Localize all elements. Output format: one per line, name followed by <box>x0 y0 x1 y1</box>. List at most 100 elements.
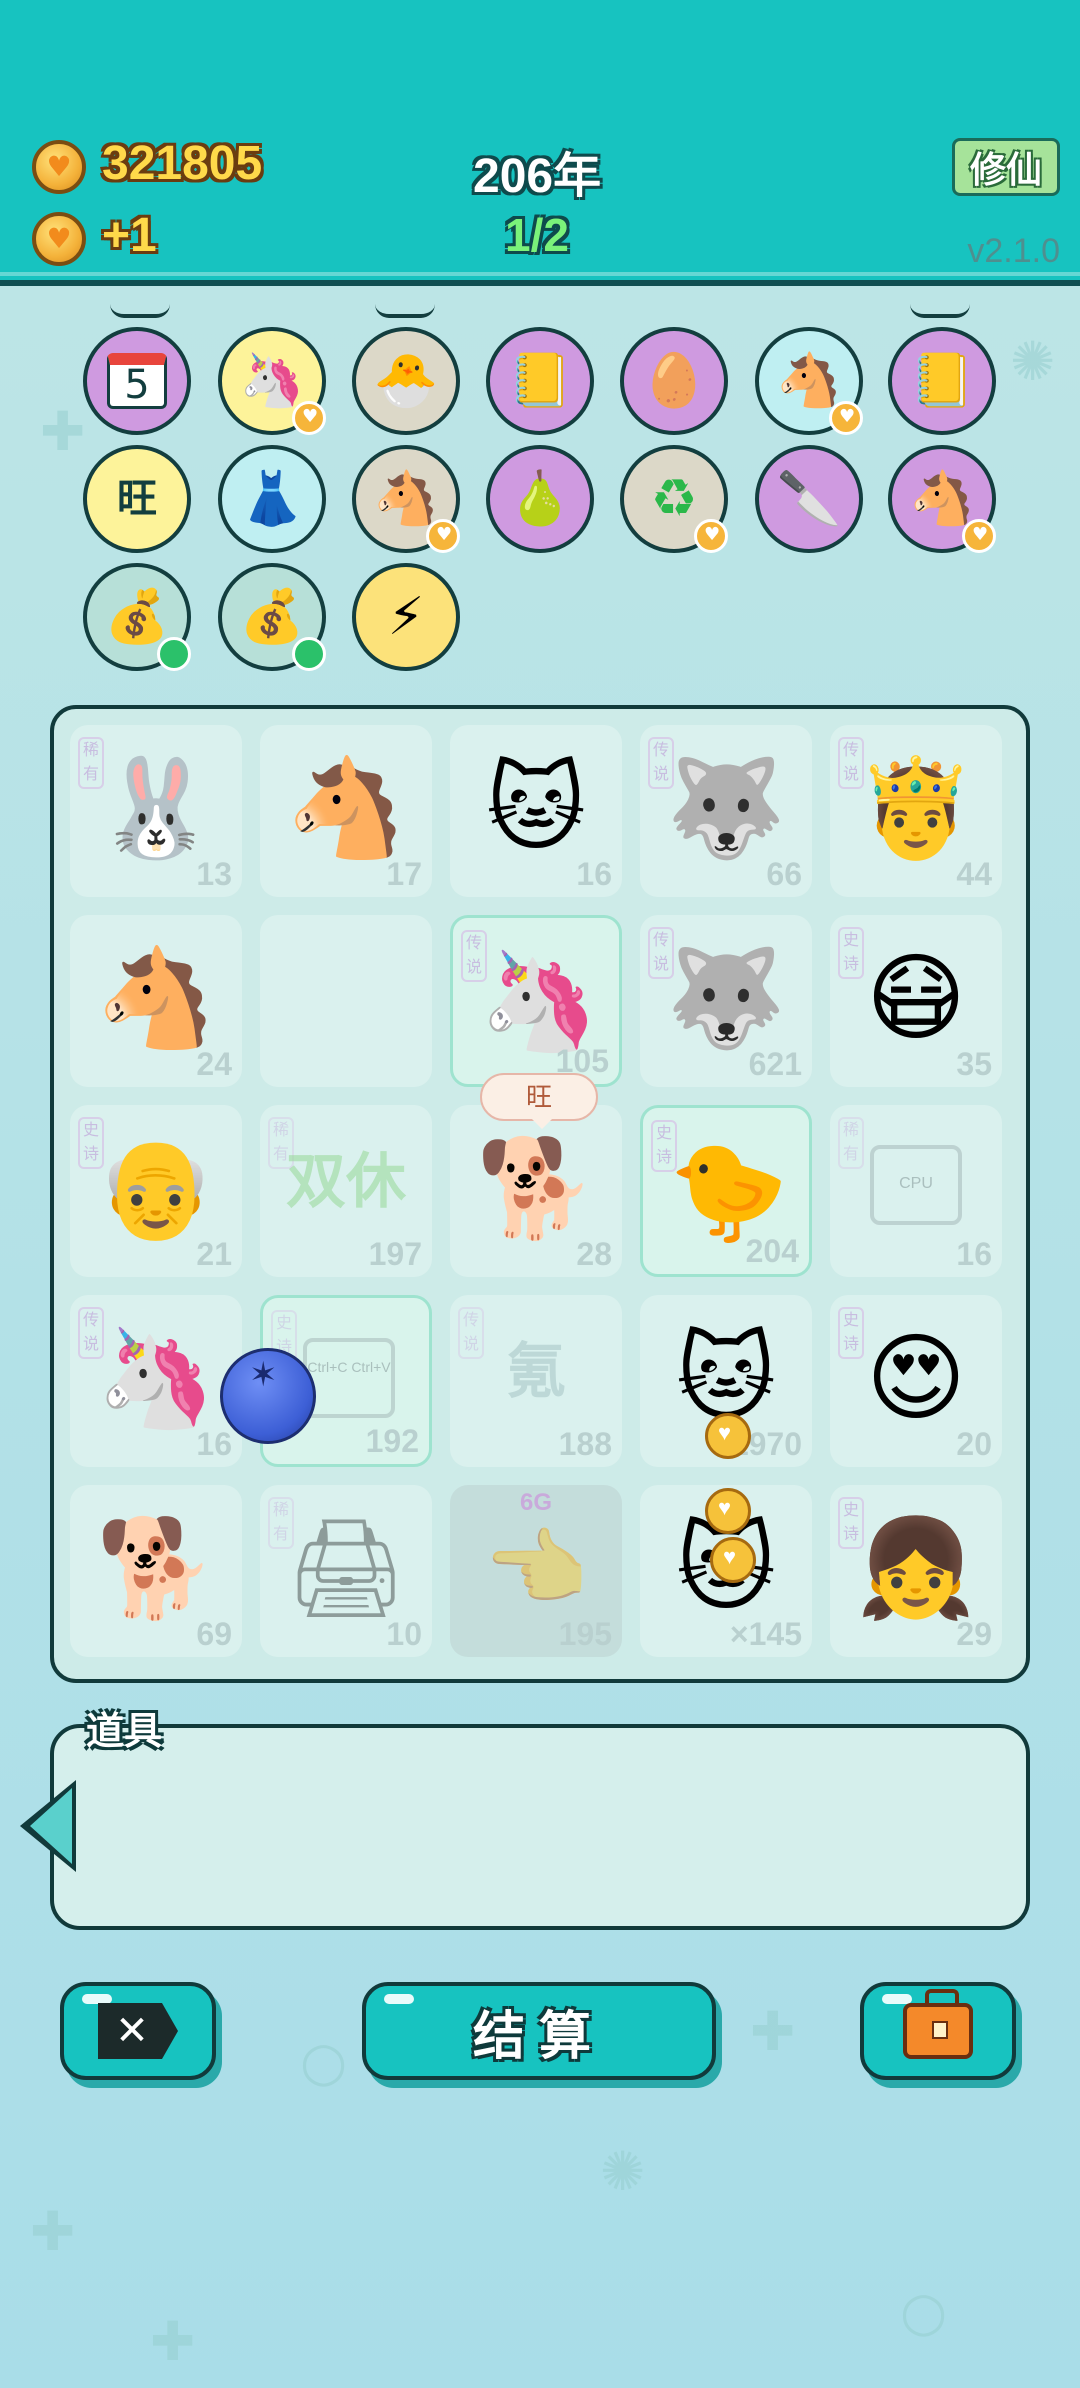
krypton-text: 氪 <box>506 1338 566 1405</box>
board-cell-old-man[interactable]: 史诗 👴 21 <box>70 1105 242 1277</box>
egg-icon: 🥚 <box>641 351 707 411</box>
board-cell-love-man[interactable]: 史诗 😍 20 <box>830 1295 1002 1467</box>
unicorn-icon: 🦄 <box>239 351 305 411</box>
bg-decoration: ✺ <box>600 2140 646 2203</box>
collapse-arrow-icon[interactable] <box>20 1780 76 1872</box>
relic-calendar[interactable]: 5 <box>83 327 191 435</box>
guava-icon: 🍐 <box>507 469 573 529</box>
scrolled-relic-edge <box>375 304 435 318</box>
board-cell-husky-king[interactable]: 传说 🐺 66 <box>640 725 812 897</box>
relic-sticky-note[interactable]: 📒 <box>486 327 594 435</box>
briefcase-icon <box>903 1989 973 2059</box>
settle-label: 结算 <box>472 2007 605 2066</box>
backpack-button[interactable] <box>860 1982 1016 2080</box>
value-count: 13 <box>196 856 232 892</box>
skirt-icon: 👗 <box>239 469 305 529</box>
relic-refresh[interactable]: ♻ <box>620 445 728 553</box>
value-count: 28 <box>576 1236 612 1272</box>
close-icon: ✕ <box>98 2003 178 2059</box>
relic-sticky-note[interactable]: 📒 <box>888 327 996 435</box>
skip-button[interactable]: ✕ <box>60 1982 216 2080</box>
relic-chick-egg[interactable]: 🐣 <box>352 327 460 435</box>
cpu-icon: CPU <box>870 1145 962 1225</box>
settle-button[interactable]: 结算 <box>362 1982 716 2080</box>
board-cell-unicorn[interactable]: 传说 🦄 16 <box>70 1295 242 1467</box>
value-count: 44 <box>956 856 992 892</box>
board-cell-cat[interactable]: 🐱 16 <box>450 725 622 897</box>
value-count: 204 <box>745 1233 799 1269</box>
bg-decoration: ✚ <box>750 2000 796 2063</box>
relic-skirt[interactable]: 👗 <box>218 445 326 553</box>
relic-unicorn[interactable]: 🦄 <box>218 327 326 435</box>
relic-sack[interactable]: 💰 <box>83 563 191 671</box>
relic-cleaver[interactable]: 🔪 <box>755 445 863 553</box>
value-count: 195 <box>558 1616 612 1652</box>
board-cell-horse[interactable]: 🐴 24 <box>70 915 242 1087</box>
value-count: 192 <box>365 1423 419 1459</box>
value-count: 66 <box>766 856 802 892</box>
board-cell-rabbit[interactable]: 稀有 🐰 13 <box>70 725 242 897</box>
coin-income: +1 <box>102 209 157 262</box>
sticky-note-icon: 📒 <box>507 351 573 411</box>
xiuxian-button[interactable]: 修仙 <box>952 138 1060 196</box>
value-count: 21 <box>196 1236 232 1272</box>
value-count: 197 <box>368 1236 422 1272</box>
twin-horses-icon: 🐴 <box>373 469 439 529</box>
board-cell-empty[interactable] <box>260 915 432 1087</box>
green-dot-badge <box>157 637 191 671</box>
heart-badge <box>962 519 996 553</box>
relic-wang[interactable]: 旺 <box>83 445 191 553</box>
board-cell-husky-king[interactable]: 传说 🐺 621 <box>640 915 812 1087</box>
board-cell-krypton[interactable]: 传说氪 188 <box>450 1295 622 1467</box>
value-count: 16 <box>956 1236 992 1272</box>
heart-badge <box>829 401 863 435</box>
value-count: 35 <box>956 1046 992 1082</box>
chick-egg-icon: 🐣 <box>373 351 439 411</box>
relic-guava[interactable]: 🍐 <box>486 445 594 553</box>
floating-coin-icon <box>705 1488 751 1534</box>
twin-horses-icon: 🐴 <box>909 469 975 529</box>
board-cell-printer[interactable]: 稀有 🖨 10 <box>260 1485 432 1657</box>
cleaver-icon: 🔪 <box>776 469 842 529</box>
relic-twin-horses[interactable]: 🐴 <box>888 445 996 553</box>
board-cell-girl[interactable]: 史诗 👧 29 <box>830 1485 1002 1657</box>
board-cell-horse[interactable]: 🐴 17 <box>260 725 432 897</box>
relic-twin-horses[interactable]: 🐴 <box>755 327 863 435</box>
value-count: 69 <box>196 1616 232 1652</box>
double-rest-text: 双休 <box>286 1148 406 1215</box>
lightning-icon: ⚡ <box>387 587 425 647</box>
bg-decoration: ○ <box>300 2030 348 2093</box>
value-count: 10 <box>386 1616 422 1652</box>
bg-decoration: ✚ <box>30 2200 76 2263</box>
board-cell-finger[interactable]: 👈 6G 195 <box>450 1485 622 1657</box>
blueberry-icon <box>220 1348 316 1444</box>
wang-characters-icon: 旺 <box>117 476 157 522</box>
relic-sack[interactable]: 💰 <box>218 563 326 671</box>
board-cell-chick-grandpa[interactable]: 史诗 🐤 204 <box>640 1105 812 1277</box>
value-count: 24 <box>196 1046 232 1082</box>
value-count: 20 <box>956 1426 992 1462</box>
header-divider <box>0 272 1080 276</box>
board-cell-dog[interactable]: 🐕 69 <box>70 1485 242 1657</box>
relic-egg[interactable]: 🥚 <box>620 327 728 435</box>
signal-label: 6G <box>519 1489 552 1516</box>
value-count: 188 <box>558 1426 612 1462</box>
sack-icon: 💰 <box>239 587 305 647</box>
coin-icon <box>32 140 86 194</box>
board-cell-cpu[interactable]: 稀有 CPU 16 <box>830 1105 1002 1277</box>
bg-decoration: ✚ <box>40 400 86 463</box>
relic-lightning[interactable]: ⚡ <box>352 563 460 671</box>
relic-twin-horses[interactable]: 🐴 <box>352 445 460 553</box>
bg-decoration: ✚ <box>150 2310 196 2373</box>
rarity-tag: 稀有 <box>838 1117 864 1169</box>
board-cell-masked-man[interactable]: 史诗 😷 35 <box>830 915 1002 1087</box>
sticky-note-icon: 📒 <box>909 351 975 411</box>
top-bar: 321805 +1 206年 1/2 修仙 v2.1.0 <box>0 0 1080 286</box>
version-label: v2.1.0 <box>967 232 1060 270</box>
board-cell-double-rest[interactable]: 稀有 双休 197 <box>260 1105 432 1277</box>
board-cell-crowned-man[interactable]: 传说 🤴 44 <box>830 725 1002 897</box>
board-cell-unicorn[interactable]: 传说 🦄 105 <box>450 915 622 1087</box>
calendar-icon: 5 <box>107 353 167 409</box>
heart-badge <box>292 401 326 435</box>
spin-counter: 1/2 <box>505 209 569 261</box>
